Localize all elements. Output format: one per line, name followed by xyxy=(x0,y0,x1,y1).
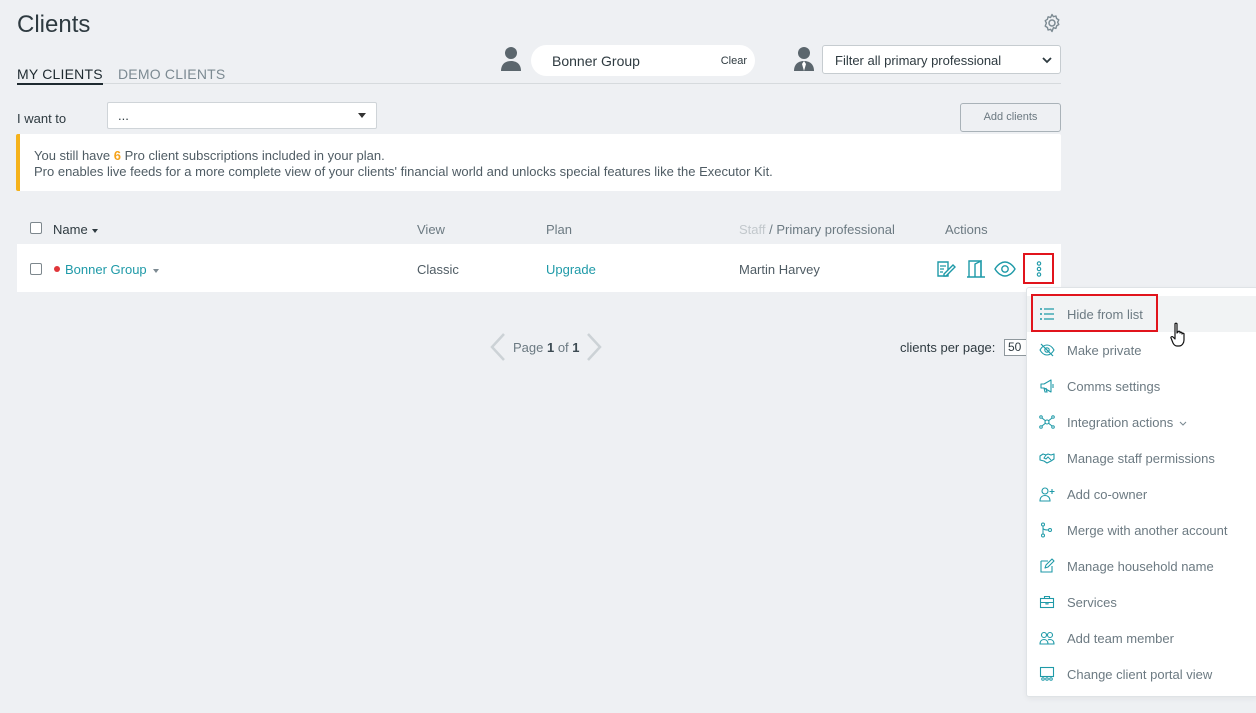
tab-my-clients[interactable]: MY CLIENTS xyxy=(17,66,103,85)
client-search-field[interactable]: Bonner Group Clear xyxy=(531,45,755,76)
menu-item-text: Integration actions xyxy=(1067,415,1174,430)
subscription-count: 6 xyxy=(113,148,121,163)
person-icon xyxy=(499,46,523,72)
eye-icon[interactable] xyxy=(994,258,1016,280)
clients-per-page-input[interactable]: 50 xyxy=(1004,339,1028,356)
edit-document-icon[interactable] xyxy=(935,258,957,280)
client-view: Classic xyxy=(417,262,459,277)
pro-subscription-banner: You still have 6 Pro client subscription… xyxy=(16,134,1061,191)
menu-item-manage-staff-permissions[interactable]: Manage staff permissions xyxy=(1027,440,1256,476)
menu-item-label: Merge with another account xyxy=(1067,523,1228,538)
i-want-to-label: I want to xyxy=(17,111,67,126)
handshake-icon xyxy=(1039,450,1055,466)
column-header-name-label: Name xyxy=(53,222,88,237)
banner-line-2: Pro enables live feeds for a more comple… xyxy=(34,164,773,179)
upgrade-link[interactable]: Upgrade xyxy=(546,262,596,277)
of-word: of xyxy=(554,340,573,355)
sort-icon xyxy=(91,228,98,233)
network-icon xyxy=(1039,414,1055,430)
menu-item-comms-settings[interactable]: Comms settings xyxy=(1027,368,1256,404)
client-search-value: Bonner Group xyxy=(552,53,640,69)
clear-button[interactable]: Clear xyxy=(721,55,747,67)
hand-cursor-icon xyxy=(1170,322,1188,348)
menu-item-label: Change client portal view xyxy=(1067,667,1213,682)
i-want-to-select[interactable]: ... xyxy=(107,102,377,129)
edit-icon xyxy=(1039,558,1055,574)
menu-item-label: Manage household name xyxy=(1067,559,1214,574)
client-name: Bonner Group xyxy=(65,262,147,277)
primary-professional-toggle[interactable]: / Primary professional xyxy=(766,222,895,237)
more-actions-button[interactable] xyxy=(1023,253,1054,284)
banner-text: You still have xyxy=(34,148,114,163)
staff-toggle[interactable]: Staff xyxy=(739,222,766,237)
add-clients-button[interactable]: Add clients xyxy=(960,103,1061,132)
page-title: Clients xyxy=(17,11,91,38)
tab-demo-clients[interactable]: DEMO CLIENTS xyxy=(118,66,225,82)
table-row: Bonner Group Classic Upgrade Martin Harv… xyxy=(17,244,1061,292)
banner-line-1: You still have 6 Pro client subscription… xyxy=(34,148,385,163)
column-header-staff-professional[interactable]: Staff / Primary professional xyxy=(739,222,895,237)
chevron-down-icon xyxy=(1179,421,1187,427)
gear-icon[interactable] xyxy=(1042,13,1062,33)
i-want-to-value: ... xyxy=(118,108,129,123)
menu-item-integration-actions[interactable]: Integration actions xyxy=(1027,404,1256,440)
page-word: Page xyxy=(513,340,547,355)
menu-item-make-private[interactable]: Make private xyxy=(1027,332,1256,368)
menu-item-label: Add team member xyxy=(1067,631,1174,646)
column-header-view: View xyxy=(417,222,445,237)
menu-item-merge-account[interactable]: Merge with another account xyxy=(1027,512,1256,548)
professional-icon xyxy=(792,46,816,72)
menu-item-label: Make private xyxy=(1067,343,1142,358)
column-header-name[interactable]: Name xyxy=(53,222,98,237)
menu-item-add-co-owner[interactable]: Add co-owner xyxy=(1027,476,1256,512)
menu-item-manage-household-name[interactable]: Manage household name xyxy=(1027,548,1256,584)
row-checkbox[interactable] xyxy=(30,263,42,275)
column-header-actions: Actions xyxy=(945,222,988,237)
status-dot xyxy=(54,266,60,272)
column-header-plan: Plan xyxy=(546,222,573,237)
merge-icon xyxy=(1039,522,1055,538)
primary-professional-name: Martin Harvey xyxy=(739,262,820,277)
menu-item-services[interactable]: Services xyxy=(1027,584,1256,620)
door-icon[interactable] xyxy=(965,258,987,280)
menu-item-label: Manage staff permissions xyxy=(1067,451,1215,466)
primary-professional-select[interactable]: Filter all primary professional xyxy=(822,45,1061,74)
menu-item-label: Comms settings xyxy=(1067,379,1161,394)
menu-item-label: Add co-owner xyxy=(1067,487,1148,502)
portal-icon xyxy=(1039,666,1055,682)
client-name-link[interactable]: Bonner Group xyxy=(65,262,159,277)
menu-item-change-client-portal-view[interactable]: Change client portal view xyxy=(1027,656,1256,692)
banner-text: Pro client subscriptions included in you… xyxy=(120,148,385,163)
users-icon xyxy=(1039,630,1055,646)
menu-item-add-team-member[interactable]: Add team member xyxy=(1027,620,1256,656)
prev-page-icon[interactable] xyxy=(488,332,508,362)
page-indicator: Page 1 of 1 xyxy=(513,340,580,355)
eye-slash-icon xyxy=(1039,342,1055,358)
megaphone-icon xyxy=(1039,378,1055,394)
caret-down-icon xyxy=(152,268,159,273)
next-page-icon[interactable] xyxy=(584,332,604,362)
primary-professional-value: Filter all primary professional xyxy=(835,53,1002,68)
clients-per-page-label: clients per page: xyxy=(900,340,996,355)
briefcase-icon xyxy=(1039,594,1055,610)
user-plus-icon xyxy=(1039,486,1055,502)
highlight-box xyxy=(1031,294,1158,332)
chevron-down-icon xyxy=(1042,56,1052,64)
row-actions-menu: Hide from list Make private Comms settin… xyxy=(1026,287,1256,697)
total-pages: 1 xyxy=(572,340,580,355)
menu-item-label: Services xyxy=(1067,595,1117,610)
menu-item-label: Integration actions xyxy=(1067,415,1187,430)
select-all-checkbox[interactable] xyxy=(30,222,42,234)
caret-down-icon xyxy=(358,113,366,118)
